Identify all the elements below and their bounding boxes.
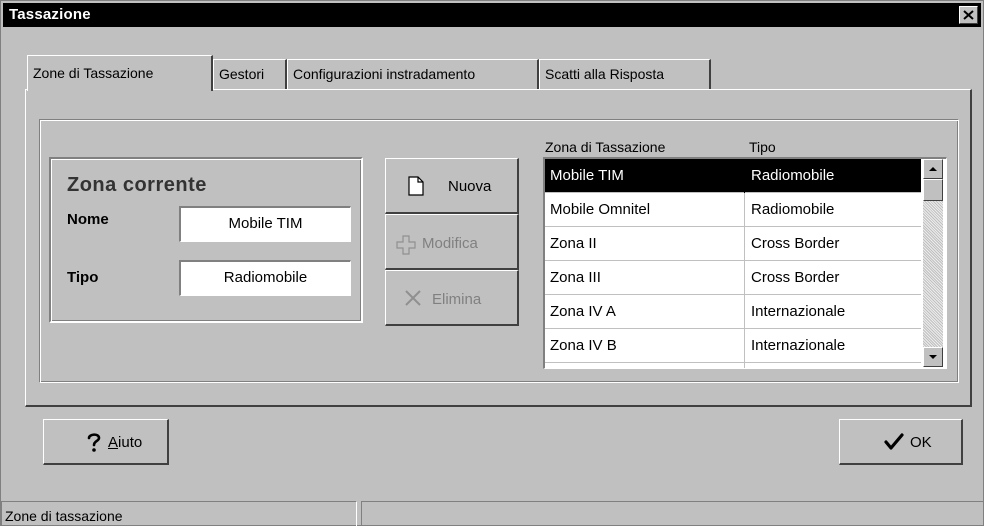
help-label-rest: iuto [118,434,143,451]
status-bar-panel [361,501,983,526]
help-button[interactable]: Aiuto [43,419,169,465]
ok-button[interactable]: OK [839,419,963,465]
close-icon [963,10,974,20]
question-mark-icon [86,432,102,456]
tab-gestori[interactable]: Gestori [213,59,287,89]
tab-zone-di-tassazione[interactable]: Zone di Tassazione [27,55,213,91]
tab-label: Scatti alla Risposta [545,66,665,82]
checkmark-icon [884,433,904,455]
tassazione-window: Tassazione Zone di Tassazione Gestori Co… [0,0,984,526]
tab-label: Configurazioni instradamento [293,66,476,82]
tab-label: Gestori [219,66,265,82]
ok-button-label: OK [910,434,932,451]
window-title: Tassazione [9,6,91,23]
tab-configurazioni-instradamento[interactable]: Configurazioni instradamento [287,59,539,89]
help-mnemonic: A [108,434,119,451]
help-button-label: Aiuto [108,434,142,451]
tab-panel [25,89,972,407]
tab-label: Zone di Tassazione [33,65,154,81]
title-bar[interactable]: Tassazione [3,3,981,27]
status-bar-text: Zone di tassazione [1,501,357,526]
tab-scatti-alla-risposta[interactable]: Scatti alla Risposta [539,59,711,89]
close-button[interactable] [959,6,978,24]
